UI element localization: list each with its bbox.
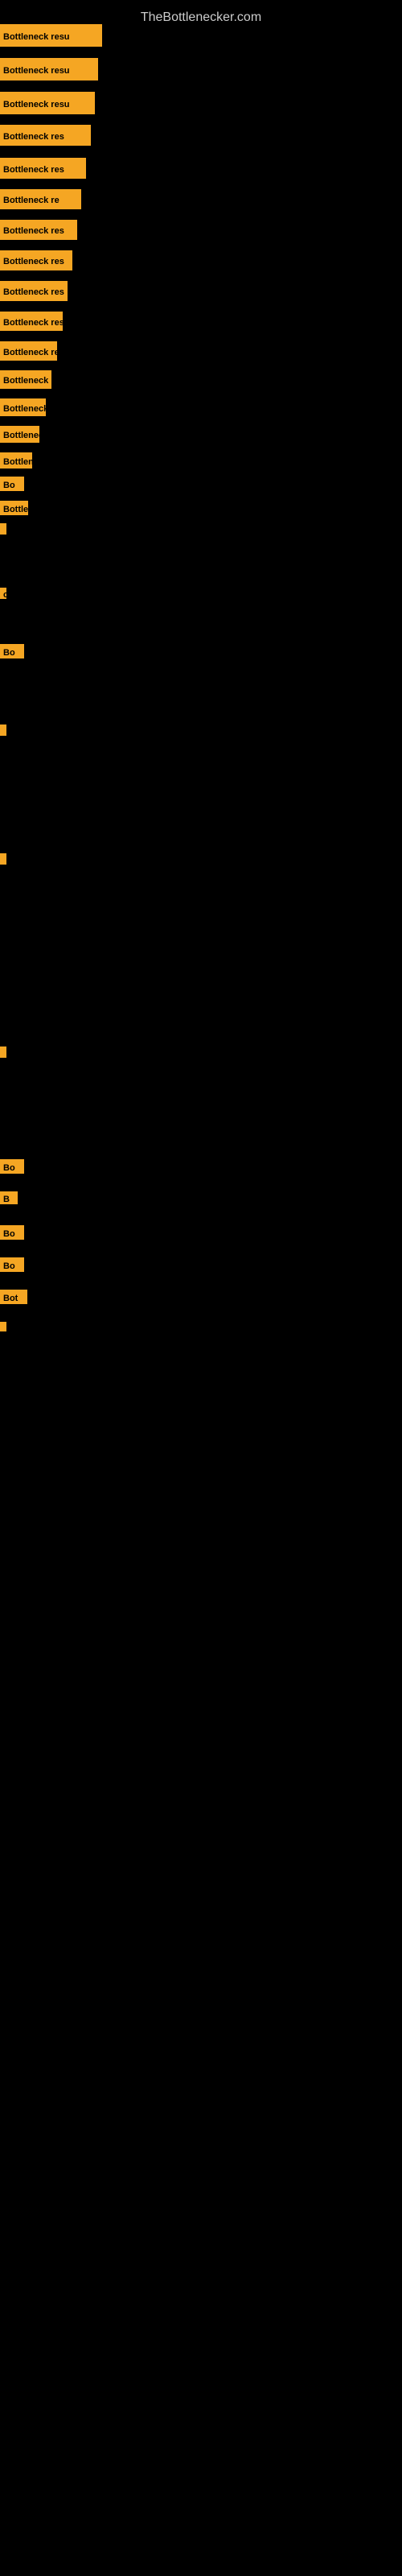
bar-item-26 <box>0 853 4 865</box>
bar-item-24 <box>0 724 4 736</box>
bar-item-4: Bottleneck res <box>0 125 91 146</box>
bar-label-10: Bottleneck res <box>0 312 63 331</box>
bar-item-8: Bottleneck res <box>0 250 72 270</box>
bar-label-17: Bottle <box>0 501 28 515</box>
bar-label-9: Bottleneck res <box>0 281 68 301</box>
bar-label-6: Bottleneck re <box>0 189 81 209</box>
bar-item-1: Bottleneck resu <box>0 24 102 47</box>
bar-item-29 <box>0 1046 4 1058</box>
bar-label-16: Bo <box>0 477 24 491</box>
bar-label-34: Bot <box>0 1290 27 1304</box>
bar-label-32: Bo <box>0 1225 24 1240</box>
bar-item-20: c <box>0 588 6 599</box>
bar-label-8: Bottleneck res <box>0 250 72 270</box>
bar-item-34: Bot <box>0 1290 27 1304</box>
bar-label-3: Bottleneck resu <box>0 92 95 114</box>
bar-item-18 <box>0 523 4 535</box>
bar-label-24 <box>0 724 6 736</box>
bar-label-33: Bo <box>0 1257 24 1272</box>
bar-item-13: Bottleneck r <box>0 398 46 416</box>
bar-item-11: Bottleneck re <box>0 341 57 361</box>
bar-item-2: Bottleneck resu <box>0 58 98 80</box>
bar-item-22: Bo <box>0 644 24 658</box>
bar-label-5: Bottleneck res <box>0 158 86 179</box>
bar-item-14: Bottleneck s <box>0 426 39 443</box>
bar-label-26 <box>0 853 6 865</box>
bar-label-22: Bo <box>0 644 24 658</box>
bar-label-30: Bo <box>0 1159 24 1174</box>
bar-item-33: Bo <box>0 1257 24 1272</box>
bar-label-29 <box>0 1046 6 1058</box>
bar-item-32: Bo <box>0 1225 24 1240</box>
bar-item-17: Bottle <box>0 501 28 515</box>
bar-label-20: c <box>0 588 6 599</box>
bar-label-31: B <box>0 1191 18 1204</box>
bar-item-12: Bottleneck r <box>0 370 51 389</box>
bar-label-11: Bottleneck re <box>0 341 57 361</box>
bar-item-3: Bottleneck resu <box>0 92 95 114</box>
bar-label-1: Bottleneck resu <box>0 24 102 47</box>
bar-item-30: Bo <box>0 1159 24 1174</box>
bar-label-2: Bottleneck resu <box>0 58 98 80</box>
bar-label-14: Bottleneck s <box>0 426 39 443</box>
bar-item-7: Bottleneck res <box>0 220 77 240</box>
bar-label-18 <box>0 523 6 535</box>
bar-item-6: Bottleneck re <box>0 189 81 209</box>
bar-label-35 <box>0 1322 6 1331</box>
bar-label-15: Bottlen <box>0 452 32 469</box>
bar-item-35 <box>0 1322 4 1331</box>
bar-item-5: Bottleneck res <box>0 158 86 179</box>
bar-item-15: Bottlen <box>0 452 32 469</box>
bar-label-7: Bottleneck res <box>0 220 77 240</box>
bar-item-31: B <box>0 1191 18 1204</box>
bar-label-12: Bottleneck r <box>0 370 51 389</box>
bar-label-13: Bottleneck r <box>0 398 46 416</box>
bar-item-10: Bottleneck res <box>0 312 63 331</box>
bar-label-4: Bottleneck res <box>0 125 91 146</box>
bar-item-16: Bo <box>0 477 24 491</box>
bar-item-9: Bottleneck res <box>0 281 68 301</box>
